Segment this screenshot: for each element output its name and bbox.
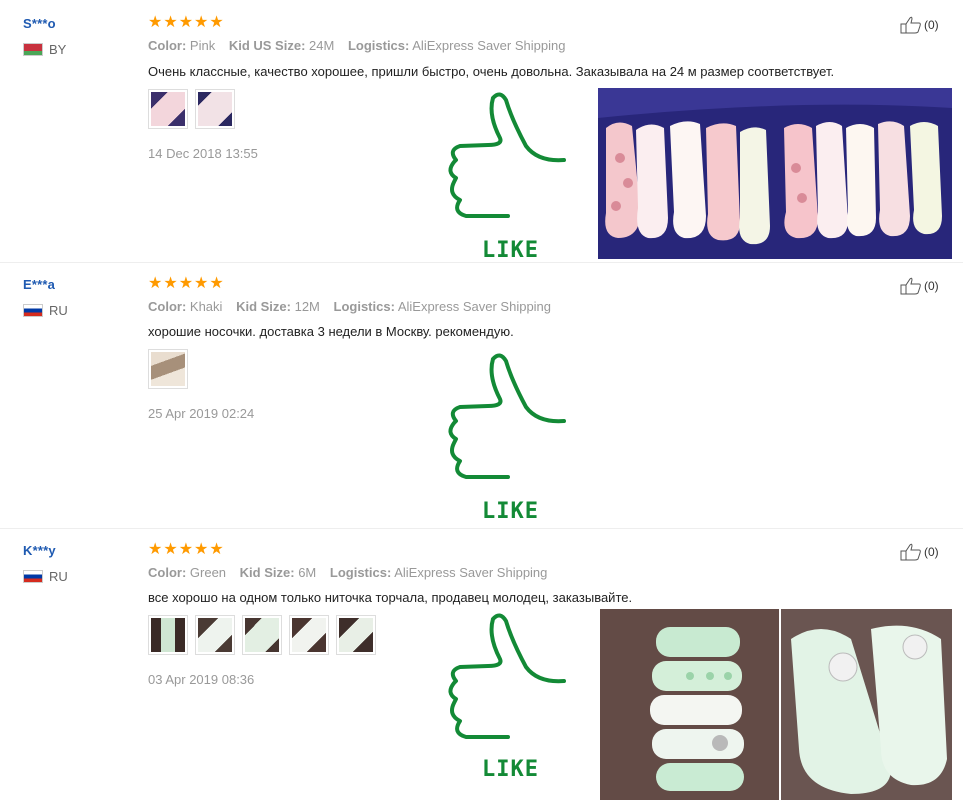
property-value: 12M: [294, 299, 320, 314]
star-icon: ★: [209, 273, 224, 292]
like-hand-icon: [448, 613, 566, 739]
property-value: Khaki: [189, 299, 223, 314]
helpful-count: (0): [924, 279, 939, 293]
thumb-up-icon: [900, 277, 921, 295]
property-key: Color:: [148, 565, 187, 580]
review-thumbnail[interactable]: [336, 615, 376, 655]
property-key: Color:: [148, 38, 187, 53]
reviewer-country: BY: [23, 42, 66, 57]
country-code: RU: [49, 303, 68, 318]
helpful-count: (0): [924, 545, 939, 559]
review-thumbnails: [148, 89, 235, 129]
reviewer-country: RU: [23, 303, 68, 318]
like-label: LIKE: [482, 499, 539, 524]
country-code: RU: [49, 569, 68, 584]
review-thumbnail[interactable]: [242, 615, 282, 655]
review-thumbnails: [148, 615, 376, 655]
star-rating: ★ ★ ★ ★ ★: [148, 275, 224, 291]
order-properties: Color: Khaki Kid Size: 12M Logistics: Al…: [148, 299, 561, 314]
review-photo[interactable]: [598, 88, 952, 259]
review-date: 14 Dec 2018 13:55: [148, 146, 258, 161]
socks-photo: [600, 609, 779, 800]
property-value: Pink: [189, 38, 216, 53]
property-value: AliExpress Saver Shipping: [394, 565, 548, 580]
flag-by-icon: [23, 43, 43, 56]
star-icon: ★: [163, 12, 178, 31]
review-item: E***a RU ★ ★ ★ ★ ★ Color: Khaki Kid Size…: [0, 262, 963, 528]
flag-ru-icon: [23, 570, 43, 583]
review-text: Очень классные, качество хорошее, пришли…: [148, 64, 835, 79]
review-date: 25 Apr 2019 02:24: [148, 406, 255, 421]
review-date: 03 Apr 2019 08:36: [148, 672, 255, 687]
star-icon: ★: [163, 539, 178, 558]
star-icon: ★: [178, 539, 194, 558]
property-key: Kid Size:: [236, 299, 291, 314]
star-rating: ★ ★ ★ ★ ★: [148, 541, 224, 557]
property-value: Green: [189, 565, 227, 580]
property-value: 24M: [309, 38, 335, 53]
reviewer-name[interactable]: E***a: [23, 277, 55, 292]
review-text: хорошие носочки. доставка 3 недели в Мос…: [148, 324, 514, 339]
star-icon: ★: [209, 12, 224, 31]
star-icon: ★: [194, 273, 209, 292]
thumb-up-icon: [900, 543, 921, 561]
star-icon: ★: [194, 12, 209, 31]
property-value: AliExpress Saver Shipping: [397, 299, 552, 314]
property-key: Logistics:: [333, 299, 395, 314]
reviewer-country: RU: [23, 569, 68, 584]
review-photo[interactable]: [781, 609, 952, 800]
review-thumbnail[interactable]: [148, 349, 188, 389]
review-item: K***y RU ★ ★ ★ ★ ★ Color: Green Kid Size…: [0, 528, 963, 800]
review-thumbnails: [148, 349, 188, 389]
review-thumbnail[interactable]: [148, 89, 188, 129]
star-icon: ★: [148, 539, 163, 558]
review-text: все хорошо на одном только ниточка торча…: [148, 590, 633, 605]
review-photo[interactable]: [600, 609, 779, 800]
property-key: Logistics:: [347, 38, 410, 53]
property-key: Kid Size:: [239, 565, 295, 580]
star-icon: ★: [178, 12, 194, 31]
order-properties: Color: Green Kid Size: 6M Logistics: Ali…: [148, 565, 557, 580]
review-item: S***o BY ★ ★ ★ ★ ★ Color: Pink Kid US Si…: [0, 0, 963, 263]
socks-photo: [598, 88, 952, 259]
helpful-count: (0): [924, 18, 939, 32]
review-thumbnail[interactable]: [289, 615, 329, 655]
country-code: BY: [49, 42, 67, 57]
star-rating: ★ ★ ★ ★ ★: [148, 14, 224, 30]
star-icon: ★: [178, 273, 194, 292]
reviewer-name[interactable]: S***o: [23, 16, 56, 31]
order-properties: Color: Pink Kid US Size: 24M Logistics: …: [148, 38, 575, 53]
helpful-button[interactable]: (0): [900, 277, 939, 295]
like-label: LIKE: [482, 238, 539, 263]
socks-photo: [781, 609, 952, 800]
thumb-up-icon: [900, 16, 921, 34]
property-key: Kid US Size:: [228, 38, 306, 53]
reviewer-name[interactable]: K***y: [23, 543, 56, 558]
like-hand-icon: [448, 353, 566, 479]
flag-ru-icon: [23, 304, 43, 317]
star-icon: ★: [194, 539, 209, 558]
like-label: LIKE: [482, 757, 539, 782]
property-value: 6M: [298, 565, 317, 580]
property-key: Logistics:: [329, 565, 392, 580]
star-icon: ★: [148, 273, 163, 292]
star-icon: ★: [163, 273, 178, 292]
like-hand-icon: [448, 92, 566, 218]
helpful-button[interactable]: (0): [900, 543, 939, 561]
review-thumbnail[interactable]: [148, 615, 188, 655]
helpful-button[interactable]: (0): [900, 16, 939, 34]
review-thumbnail[interactable]: [195, 89, 235, 129]
star-icon: ★: [148, 12, 163, 31]
property-value: AliExpress Saver Shipping: [412, 38, 566, 53]
review-thumbnail[interactable]: [195, 615, 235, 655]
star-icon: ★: [209, 539, 224, 558]
property-key: Color:: [148, 299, 187, 314]
